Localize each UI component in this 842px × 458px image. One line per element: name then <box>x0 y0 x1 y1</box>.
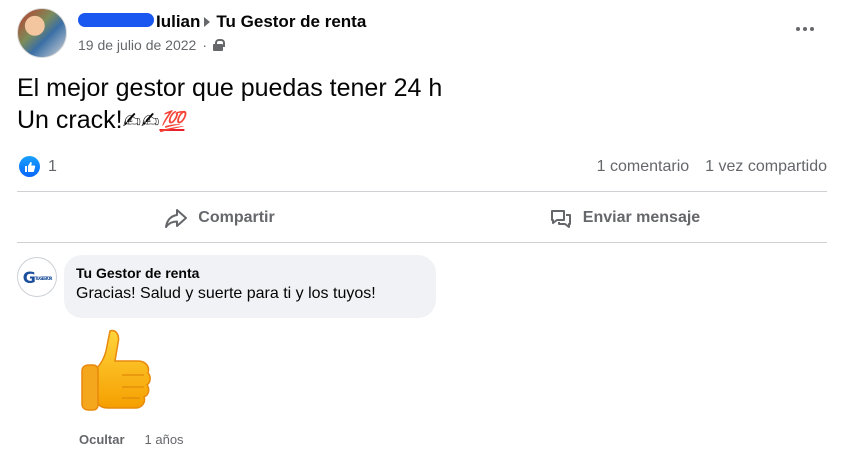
lock-icon[interactable] <box>213 39 225 51</box>
send-message-button[interactable]: Enviar mensaje <box>422 196 827 240</box>
comment-count[interactable]: 1 comentario <box>597 158 690 176</box>
comment-text: Gracias! Salud y suerte para ti y los tu… <box>76 285 376 302</box>
commenter-avatar[interactable]: GTU GESTOR <box>17 257 57 297</box>
post-body: El mejor gestor que puedas tener 24 h Un… <box>17 72 442 138</box>
brand-logo-icon: GTU GESTOR <box>22 267 53 287</box>
post-date[interactable]: 19 de julio de 2022 <box>78 37 196 53</box>
comment-age[interactable]: 1 años <box>145 432 184 447</box>
divider-bottom <box>17 242 827 243</box>
share-count[interactable]: 1 vez compartido <box>705 158 827 176</box>
post-meta: 19 de julio de 2022 · <box>78 37 225 53</box>
hide-comment-link[interactable]: Ocultar <box>79 432 125 447</box>
post-actions: Compartir Enviar mensaje <box>17 196 827 240</box>
author-avatar[interactable] <box>17 8 67 58</box>
post-text-line-2-text: Un crack! <box>17 106 123 134</box>
messenger-icon <box>550 210 571 228</box>
share-label: Compartir <box>198 209 275 226</box>
stats-right: 1 comentario 1 vez compartido <box>597 158 827 176</box>
post-author-line: Iulian Tu Gestor de renta <box>78 12 366 32</box>
reaction-count[interactable]: 1 <box>48 158 57 176</box>
author-name[interactable]: Iulian <box>156 12 200 31</box>
share-icon <box>165 209 188 228</box>
comment-bubble: Tu Gestor de renta Gracias! Salud y suer… <box>64 255 436 318</box>
post-stats: 1 1 comentario 1 vez compartido <box>17 154 827 180</box>
hundred-points-emoji: 💯 <box>159 109 185 133</box>
comment-author[interactable]: Tu Gestor de renta <box>76 265 424 281</box>
share-button[interactable]: Compartir <box>17 196 422 240</box>
redacted-name <box>78 12 154 27</box>
like-icon[interactable] <box>19 156 40 177</box>
post-header: Iulian Tu Gestor de renta 19 de julio de … <box>17 8 827 60</box>
send-message-label: Enviar mensaje <box>582 209 701 226</box>
divider-top <box>17 191 827 192</box>
target-page-name[interactable]: Tu Gestor de renta <box>216 12 366 31</box>
more-options-icon[interactable] <box>793 22 817 36</box>
writing-hand-emoji: ✍✍ <box>122 109 160 134</box>
post-text-line-2: Un crack!✍✍💯 <box>17 104 442 138</box>
arrow-right-icon <box>204 17 211 27</box>
comment-actions: Ocultar 1 años <box>79 432 184 447</box>
thumbs-up-sticker <box>81 329 151 411</box>
post-text-line-1: El mejor gestor que puedas tener 24 h <box>17 74 443 102</box>
